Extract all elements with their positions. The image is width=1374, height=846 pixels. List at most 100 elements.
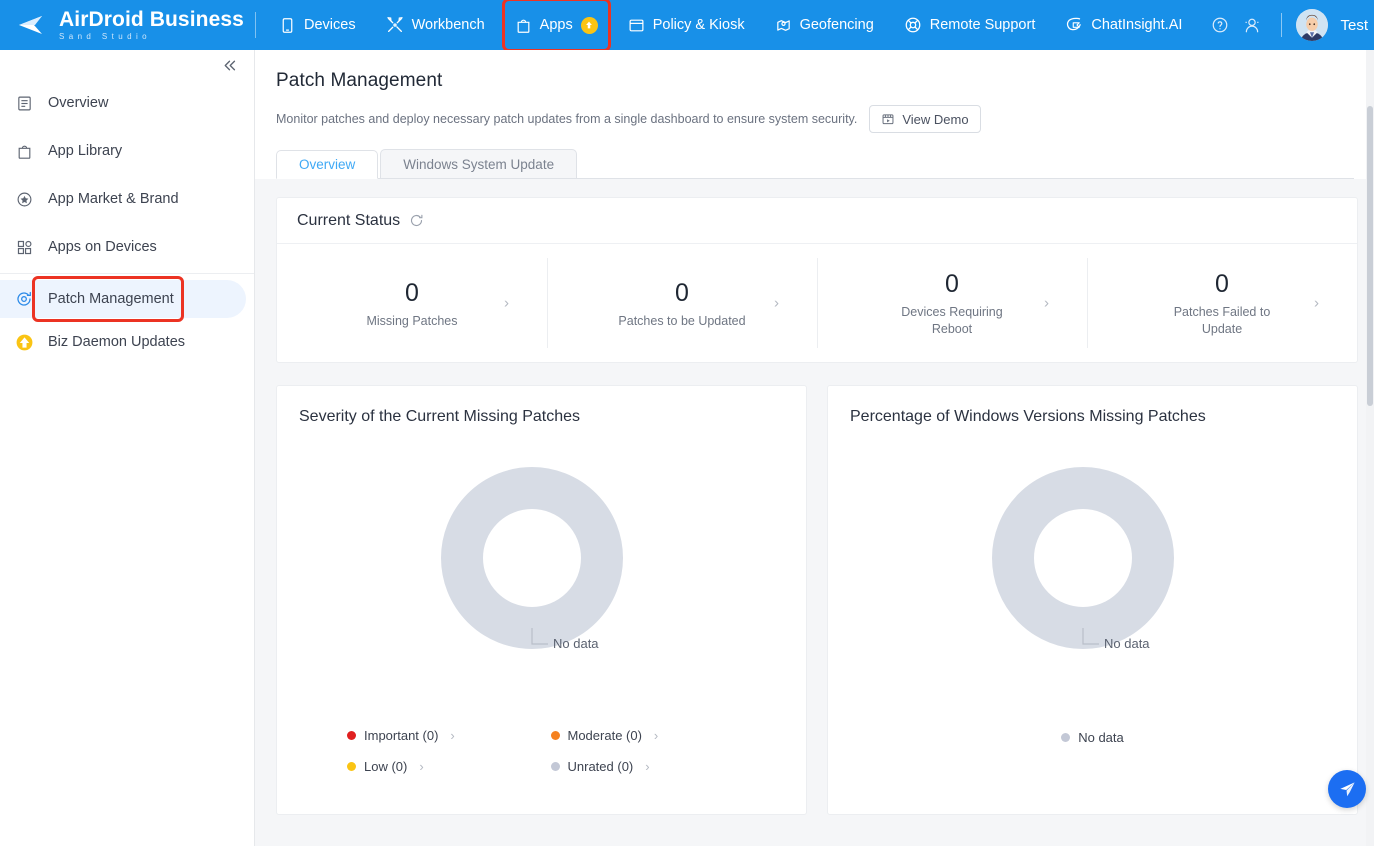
sidebar-separator [0,273,254,274]
legend-label: No data [1078,730,1124,745]
chevron-right-icon: › [1314,294,1319,312]
sidebar-item-label: Overview [48,95,109,111]
right-divider [1281,13,1283,37]
tab-windows-system-update[interactable]: Windows System Update [380,149,578,178]
nav-item-apps[interactable]: Apps [500,0,613,52]
refresh-button[interactable] [409,213,424,228]
nav-item-label: Workbench [411,17,485,33]
tab-overview[interactable]: Overview [276,150,379,179]
grid-squares-icon [14,237,34,257]
sidebar-collapse-row [0,50,254,80]
tab-bar: Overview Windows System Update [276,149,1354,179]
nav-item-geofencing[interactable]: Geofencing [760,0,889,50]
view-demo-button[interactable]: View Demo [869,105,981,133]
legend-label: Unrated (0) [567,759,634,774]
nav-item-devices[interactable]: Devices [264,0,371,50]
user-name: Test [1340,16,1368,34]
nav-item-policy-kiosk[interactable]: Policy & Kiosk [613,0,760,50]
legend-label: Important (0) [364,728,439,743]
avatar[interactable] [1296,9,1329,41]
sidebar-item-biz-daemon-updates[interactable]: Biz Daemon Updates [0,323,254,361]
sidebar-menu: Overview App Library App Market & Brand [0,80,254,361]
nav-item-chatinsight-ai[interactable]: ChatInsight.AI [1050,0,1197,50]
tools-icon [386,17,403,33]
patch-refresh-icon [14,289,34,309]
sidebar-item-apps-on-devices[interactable]: Apps on Devices [0,228,254,266]
lifebuoy-icon [905,17,921,33]
severity-chart-card: Severity of the Current Missing Patches … [276,385,807,815]
page-description: Monitor patches and deploy necessary pat… [276,112,858,126]
windows-versions-chart-card: Percentage of Windows Versions Missing P… [827,385,1358,815]
top-nav-right-controls: Test [1205,0,1374,50]
legend-item-important[interactable]: Important (0) › [347,728,551,743]
stat-missing-patches[interactable]: 0 Missing Patches › [277,244,547,362]
star-circle-icon [14,189,34,209]
page-scrollbar-thumb[interactable] [1367,106,1373,406]
legend-item-moderate[interactable]: Moderate (0) › [550,728,755,743]
stat-patches-to-be-updated[interactable]: 0 Patches to be Updated › [547,244,817,362]
chevron-right-icon: › [1044,294,1049,312]
video-play-icon [882,114,894,125]
sidebar-item-label: Apps on Devices [48,239,157,255]
donut-svg: No data [991,467,1174,651]
legend-item-unrated[interactable]: Unrated (0) › [550,759,755,774]
feedback-send-button[interactable] [1328,770,1366,808]
stat-label: Missing Patches [366,313,458,328]
donut-ring-no-data [991,467,1174,649]
sidebar-item-app-library[interactable]: App Library [0,132,254,170]
help-button[interactable] [1205,10,1235,40]
map-pin-icon [776,19,790,31]
sidebar-item-app-market-brand[interactable]: App Market & Brand [0,180,254,218]
stat-patches-failed-to-update[interactable]: 0 Patches Failed to Update › [1087,244,1357,362]
nav-item-label: Policy & Kiosk [652,17,745,33]
help-circle-icon [1213,17,1228,33]
nav-item-label: ChatInsight.AI [1091,17,1183,33]
legend-dot-icon [550,762,560,771]
stat-label: Devices Requiring Reboot [901,305,1003,336]
legend-dot-icon [550,731,560,740]
nav-item-label: Geofencing [799,17,874,33]
stat-label: Patches Failed to Update [1173,305,1271,336]
current-status-card: Current Status 0 Missing Patches › 0 Pat… [276,197,1358,363]
stat-value: 0 [405,278,419,307]
sidebar-item-label: App Market & Brand [48,191,179,207]
nav-item-label: Apps [539,17,573,33]
sidebar-collapse-button[interactable] [221,57,238,74]
top-nav-items: Devices Workbench Apps Policy & Kiosk Ge… [264,0,1197,52]
legend-dot-icon [347,731,356,740]
nav-item-workbench[interactable]: Workbench [371,0,500,50]
sidebar-item-patch-management[interactable]: Patch Management [0,276,246,322]
chart-title: Severity of the Current Missing Patches [299,408,581,425]
dashboard-content: Current Status 0 Missing Patches › 0 Pat… [255,179,1374,846]
airdroid-logo-icon [19,16,42,34]
sidebar-item-overview[interactable]: Overview [0,84,254,122]
upgrade-arrow-glyph [16,334,32,350]
up-arrow-icon [586,21,593,29]
view-demo-label: View Demo [902,111,969,127]
nav-item-label: Remote Support [929,17,1036,33]
upgrade-badge [580,16,598,34]
nav-item-label: Devices [304,17,356,33]
nav-item-remote-support[interactable]: Remote Support [889,0,1051,50]
brand-logo-area[interactable]: AirDroid Business Sand Studio [0,0,255,50]
page-description-row: Monitor patches and deploy necessary pat… [276,105,1354,133]
refresh-icon [411,214,423,227]
chevron-right-icon: › [504,294,509,312]
legend-dot-icon [1061,733,1071,742]
chevron-right-icon: › [645,759,650,774]
current-status-title: Current Status [297,211,401,229]
stat-devices-requiring-reboot[interactable]: 0 Devices Requiring Reboot › [817,244,1087,362]
sidebar-item-label: App Library [48,143,123,159]
tab-label: Overview [299,157,356,172]
double-chevron-left-icon [224,60,236,70]
account-button[interactable] [1237,10,1267,40]
donut-ring-no-data [440,467,623,649]
page-scrollbar-track[interactable] [1366,50,1374,846]
upgrade-arrow-icon [14,332,34,352]
legend-item-low[interactable]: Low (0) › [347,759,551,774]
legend-dot-icon [347,762,356,771]
status-stats-row: 0 Missing Patches › 0 Patches to be Upda… [277,244,1357,362]
chevron-right-icon: › [419,759,424,774]
